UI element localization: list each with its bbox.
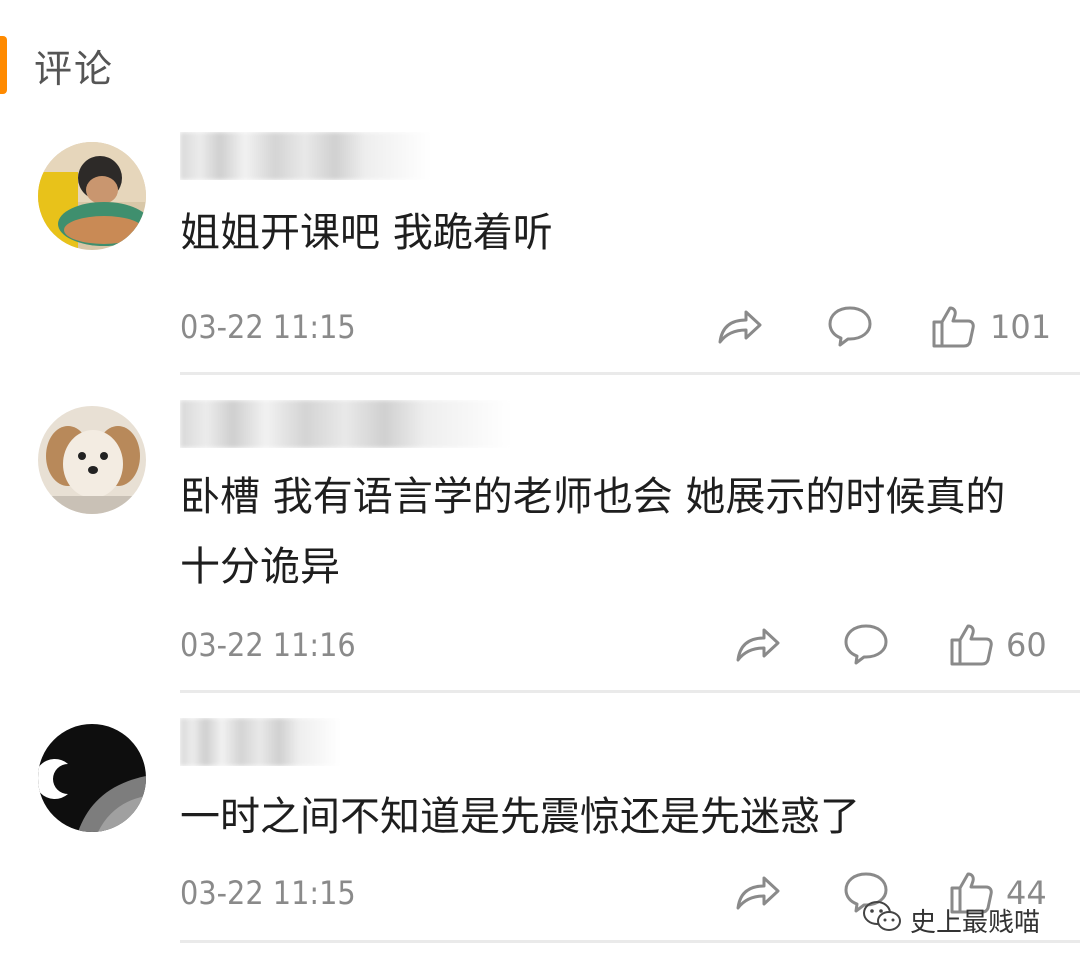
username-blurred[interactable] xyxy=(180,400,510,448)
like-count: 60 xyxy=(1006,626,1047,664)
section-title: 评论 xyxy=(34,47,115,91)
wechat-icon xyxy=(862,900,902,941)
avatar-child-icon[interactable] xyxy=(38,142,146,250)
like-count: 101 xyxy=(990,308,1052,346)
comment-bubble-icon[interactable] xyxy=(826,304,874,348)
divider xyxy=(180,372,1080,375)
comment-time: 03-22 11:16 xyxy=(180,626,356,664)
divider xyxy=(180,940,1080,943)
comment-text: 卧槽 我有语言学的老师也会 她展示的时候真的 十分诡异 xyxy=(180,474,1006,590)
like-icon[interactable] xyxy=(948,622,996,666)
watermark: 史上最贱喵 xyxy=(862,900,1040,940)
share-icon[interactable] xyxy=(734,870,782,914)
like-icon[interactable] xyxy=(930,304,978,348)
username-blurred[interactable] xyxy=(180,132,430,180)
comment-time: 03-22 11:15 xyxy=(180,308,356,346)
share-icon[interactable] xyxy=(734,622,782,666)
comment-bubble-icon[interactable] xyxy=(842,622,890,666)
watermark-text: 史上最贱喵 xyxy=(910,907,1041,938)
divider xyxy=(180,690,1080,693)
section-accent-bar xyxy=(0,36,7,94)
comment-text: 一时之间不知道是先震惊还是先迷惑了 xyxy=(180,794,860,840)
share-icon[interactable] xyxy=(716,304,764,348)
avatar-dog-icon[interactable] xyxy=(38,406,146,514)
avatar-moon-icon[interactable] xyxy=(38,724,146,832)
comment-time: 03-22 11:15 xyxy=(180,874,356,912)
comment-text: 姐姐开课吧 我跪着听 xyxy=(180,210,553,256)
username-blurred[interactable] xyxy=(180,718,340,766)
